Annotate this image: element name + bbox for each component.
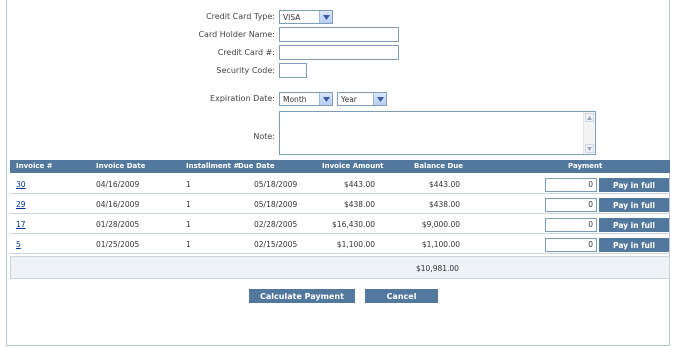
card-number-label: Credit Card #: <box>217 48 275 57</box>
invoice-date-cell: 01/28/2005 <box>96 220 140 229</box>
invoice-link[interactable]: 30 <box>16 176 26 194</box>
table-row: 17 01/28/2005 1 02/28/2005 $16,430.00 $9,000.… <box>10 216 670 234</box>
invoice-link[interactable]: 17 <box>16 216 26 234</box>
chevron-down-icon <box>319 93 332 105</box>
scroll-down-icon[interactable] <box>585 144 594 153</box>
header-installment: Installment # <box>186 162 240 170</box>
header-balance-due: Balance Due <box>414 162 464 170</box>
balance-due-cell: $443.00 <box>428 180 460 189</box>
invoice-amount-cell: $443.00 <box>343 180 375 189</box>
payment-input[interactable]: 0 <box>545 178 597 192</box>
scroll-up-icon[interactable] <box>585 113 594 122</box>
payment-input[interactable]: 0 <box>545 218 597 232</box>
total-row: $10,981.00 <box>10 256 670 279</box>
pay-in-full-button[interactable]: Pay in full <box>599 238 669 252</box>
card-number-input[interactable] <box>279 45 399 60</box>
installment-cell: 1 <box>186 240 191 249</box>
card-holder-label: Card Holder Name: <box>198 30 275 39</box>
month-value: Month <box>283 94 307 104</box>
card-holder-input[interactable] <box>279 27 399 42</box>
table-row: 30 04/16/2009 1 05/18/2009 $443.00 $443.00 0 Pa… <box>10 176 670 194</box>
header-invoice-amount: Invoice Amount <box>322 162 384 170</box>
card-type-select[interactable]: VISA <box>279 10 333 24</box>
cancel-button[interactable]: Cancel <box>365 289 438 303</box>
invoice-link[interactable]: 29 <box>16 196 26 214</box>
note-textarea[interactable] <box>279 111 596 155</box>
due-date-cell: 02/15/2005 <box>254 240 298 249</box>
header-invoice-date: Invoice Date <box>96 162 146 170</box>
header-invoice: Invoice # <box>16 162 53 170</box>
expiration-year-select[interactable]: Year <box>337 92 387 106</box>
pay-in-full-button[interactable]: Pay in full <box>599 218 669 232</box>
installment-cell: 1 <box>186 220 191 229</box>
chevron-down-icon <box>373 93 386 105</box>
table-row: 5 01/25/2005 1 02/15/2005 $1,100.00 $1,100.00… <box>10 236 670 254</box>
payment-input[interactable]: 0 <box>545 238 597 252</box>
note-label: Note: <box>253 132 275 141</box>
security-code-label: Security Code: <box>216 66 275 75</box>
note-scrollbar[interactable] <box>583 112 595 154</box>
total-balance: $10,981.00 <box>416 264 459 273</box>
invoice-date-cell: 04/16/2009 <box>96 180 140 189</box>
expiration-month-select[interactable]: Month <box>279 92 333 106</box>
table-row: 29 04/16/2009 1 05/18/2009 $438.00 $438.00 0 Pa… <box>10 196 670 214</box>
payment-input[interactable]: 0 <box>545 198 597 212</box>
chevron-down-icon <box>319 11 332 23</box>
calculate-payment-button[interactable]: Calculate Payment <box>249 289 355 303</box>
header-payment: Payment <box>568 162 603 170</box>
card-type-label: Credit Card Type: <box>206 12 275 21</box>
invoice-amount-cell: $1,100.00 <box>336 240 375 249</box>
due-date-cell: 05/18/2009 <box>254 200 298 209</box>
year-value: Year <box>341 94 357 104</box>
invoice-date-cell: 01/25/2005 <box>96 240 140 249</box>
installment-cell: 1 <box>186 180 191 189</box>
invoice-amount-cell: $16,430.00 <box>332 220 375 229</box>
due-date-cell: 02/28/2005 <box>254 220 298 229</box>
expiration-label: Expiration Date: <box>210 94 275 103</box>
pay-in-full-button[interactable]: Pay in full <box>599 198 669 212</box>
balance-due-cell: $9,000.00 <box>421 220 460 229</box>
balance-due-cell: $438.00 <box>428 200 460 209</box>
invoice-table-header: Invoice # Invoice Date Installment # Due… <box>10 160 670 173</box>
security-code-input[interactable] <box>279 63 307 78</box>
invoice-link[interactable]: 5 <box>16 236 21 254</box>
invoice-amount-cell: $438.00 <box>343 200 375 209</box>
due-date-cell: 05/18/2009 <box>254 180 298 189</box>
header-due-date: Due Date <box>238 162 275 170</box>
installment-cell: 1 <box>186 200 191 209</box>
balance-due-cell: $1,100.00 <box>421 240 460 249</box>
card-type-value: VISA <box>283 12 301 22</box>
invoice-date-cell: 04/16/2009 <box>96 200 140 209</box>
pay-in-full-button[interactable]: Pay in full <box>599 178 669 192</box>
